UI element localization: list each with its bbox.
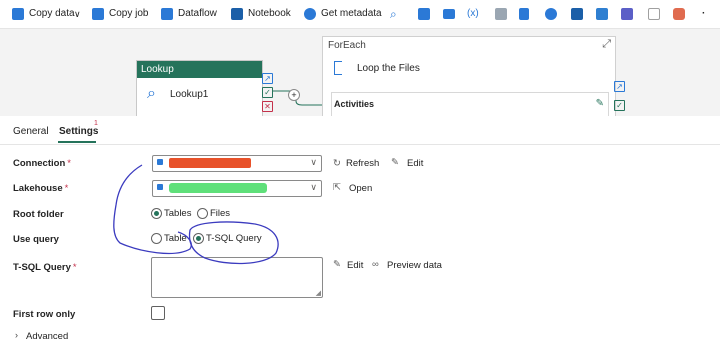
database-icon[interactable] [673, 8, 685, 20]
set-variable-icon[interactable] [443, 9, 455, 19]
query-tsql-label: T-SQL Query [206, 233, 262, 244]
dataflow-icon [161, 8, 173, 20]
edit-query-button[interactable]: Edit [347, 260, 363, 271]
add-activity-button[interactable]: + [288, 89, 300, 101]
use-query-label: Use query [13, 234, 59, 245]
pencil-icon: ✎ [391, 157, 399, 168]
info-icon [304, 8, 316, 20]
activities-label: Activities [334, 99, 375, 109]
switch-icon[interactable] [519, 8, 529, 20]
first-row-only-label: First row only [13, 309, 76, 320]
chevron-down-icon[interactable]: ∨ [74, 7, 81, 21]
root-files-label: Files [210, 208, 231, 219]
chevron-down-icon: ∨ [310, 182, 317, 192]
foreach-skip-output-icon[interactable]: ↗ [614, 81, 625, 92]
connector-arrow [272, 90, 327, 108]
active-tab-indicator [58, 141, 96, 143]
variables-icon[interactable]: (x) [467, 7, 479, 21]
activities-container[interactable]: Activities ✎ [331, 92, 609, 116]
foreach-activity[interactable]: ForEach ⤢ Loop the Files Activities ✎ [322, 36, 616, 116]
copy-data-icon [12, 8, 24, 20]
expand-icon[interactable]: ⤢ [602, 38, 611, 51]
refresh-icon: ↻ [333, 158, 341, 169]
lookup-activity[interactable]: Lookup ⌕ Lookup1 [136, 60, 263, 116]
properties-tabs: General Settings 1 [0, 116, 720, 145]
open-external-icon: ⇱ [333, 182, 341, 193]
more-icon[interactable]: · [702, 7, 705, 21]
foreach-success-output-icon[interactable]: ✓ [614, 100, 625, 111]
web-icon[interactable] [545, 8, 557, 20]
tab-settings[interactable]: Settings [59, 126, 98, 137]
chevron-down-icon: ∨ [310, 157, 317, 167]
query-tsql-radio[interactable] [193, 233, 204, 244]
dataflow-button[interactable]: Dataflow [178, 7, 217, 21]
lakehouse-label: Lakehouse * [13, 183, 69, 194]
teams-icon[interactable] [621, 8, 633, 20]
open-lakehouse-button[interactable]: Open [349, 183, 372, 194]
search-icon[interactable]: ⌕ [390, 7, 397, 21]
lakehouse-select[interactable]: ∨ [152, 180, 322, 197]
get-metadata-button[interactable]: Get metadata [321, 7, 382, 21]
copy-data-button[interactable]: Copy data [29, 7, 75, 21]
resize-grip-icon[interactable]: ◢ [316, 289, 321, 297]
script-icon[interactable] [418, 8, 430, 20]
root-tables-label: Tables [164, 208, 192, 219]
connection-label: Connection * [13, 158, 71, 169]
redacted-connection-value [169, 158, 251, 168]
connection-type-icon [157, 159, 163, 165]
copy-job-button[interactable]: Copy job [109, 7, 148, 21]
pencil-icon: ✎ [333, 259, 341, 270]
root-files-radio[interactable] [197, 208, 208, 219]
settings-error-badge: 1 [94, 120, 98, 127]
advanced-toggle[interactable]: Advanced [26, 331, 68, 342]
query-table-label: Table [164, 233, 187, 244]
root-folder-label: Root folder [13, 209, 64, 220]
edit-activities-icon[interactable]: ✎ [596, 98, 604, 109]
foreach-loop-icon [334, 61, 342, 75]
refresh-button[interactable]: Refresh [346, 158, 379, 169]
tsql-query-textarea[interactable]: ◢ [151, 257, 323, 298]
tab-general[interactable]: General [13, 126, 49, 137]
copy-job-icon [92, 8, 104, 20]
root-tables-radio[interactable] [151, 208, 162, 219]
lookup-activity-name: Lookup1 [170, 89, 209, 100]
lookup-activity-title: Lookup [137, 61, 262, 78]
notebook-button[interactable]: Notebook [248, 7, 291, 21]
foreach-activity-title: ForEach [328, 40, 366, 51]
notebook-icon [231, 8, 243, 20]
lookup-search-icon: ⌕ [147, 85, 156, 102]
preview-icon: ∞ [372, 259, 379, 270]
outlook-icon[interactable] [571, 8, 583, 20]
if-condition-icon[interactable] [495, 8, 507, 20]
foreach-activity-name: Loop the Files [357, 63, 420, 74]
skip-output-icon[interactable]: ↗ [262, 73, 273, 84]
office-icon[interactable] [596, 8, 608, 20]
connection-select[interactable]: ∨ [152, 155, 322, 172]
tsql-query-label: T-SQL Query * [13, 262, 77, 273]
table-icon[interactable] [648, 8, 660, 20]
redacted-lakehouse-value [169, 183, 267, 193]
query-table-radio[interactable] [151, 233, 162, 244]
chevron-right-icon[interactable]: › [15, 330, 18, 340]
preview-data-button[interactable]: Preview data [387, 260, 442, 271]
activities-toolbar: Copy data ∨ Copy job Dataflow Notebook G… [0, 0, 720, 29]
edit-connection-button[interactable]: Edit [407, 158, 423, 169]
pipeline-canvas[interactable]: Lookup ⌕ Lookup1 ↗ ✓ ✕ + ForEach ⤢ Loop … [0, 29, 720, 116]
lakehouse-icon [157, 184, 163, 190]
first-row-only-checkbox[interactable] [151, 306, 165, 320]
